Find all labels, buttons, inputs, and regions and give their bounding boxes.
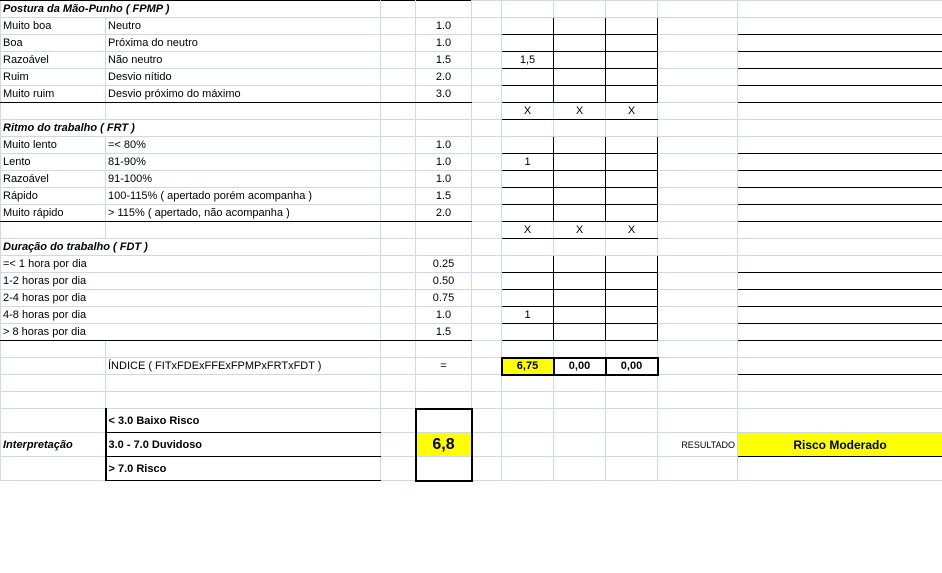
fdt-row-val: 0.75	[416, 290, 472, 307]
fdt-row-label: 1-2 horas por dia	[1, 273, 381, 290]
fpmp-row-label: Razoável	[1, 52, 106, 69]
fdt-row-label: 4-8 horas por dia	[1, 307, 381, 324]
frt-row-desc: 91-100%	[106, 171, 381, 188]
index-label: ÍNDICE ( FITxFDExFFExFPMPxFRTxFDT )	[106, 358, 381, 375]
frt-header: Ritmo do trabalho ( FRT )	[1, 120, 381, 137]
fdt-row-label: > 8 horas por dia	[1, 324, 381, 341]
frt-row-val: 1.5	[416, 188, 472, 205]
frt-row-label: Razoável	[1, 171, 106, 188]
fdt-row-val: 0.50	[416, 273, 472, 290]
frt-row-label: Lento	[1, 154, 106, 171]
frt-row-val: 1.0	[416, 154, 472, 171]
x-marker: X	[606, 222, 658, 239]
frt-row-label: Rápido	[1, 188, 106, 205]
fpmp-row-val: 3.0	[416, 86, 472, 103]
input-cell[interactable]	[502, 18, 554, 35]
fpmp-row-desc: Desvio próximo do máximo	[106, 86, 381, 103]
interp-range: > 7.0 Risco	[106, 457, 381, 481]
fpmp-row-desc: Desvio nítido	[106, 69, 381, 86]
interp-label: Interpretação	[1, 433, 106, 457]
fdt-row-val: 1.5	[416, 324, 472, 341]
frt-row-val: 1.0	[416, 171, 472, 188]
fdt-input[interactable]: 1	[502, 307, 554, 324]
x-marker: X	[502, 103, 554, 120]
frt-row-label: Muito lento	[1, 137, 106, 154]
fpmp-row-label: Boa	[1, 35, 106, 52]
fdt-row-val: 0.25	[416, 256, 472, 273]
x-marker: X	[554, 103, 606, 120]
fdt-row-label: =< 1 hora por dia	[1, 256, 381, 273]
fpmp-row-val: 1.5	[416, 52, 472, 69]
fdt-row-label: 2-4 horas por dia	[1, 290, 381, 307]
interp-range: < 3.0 Baixo Risco	[106, 409, 381, 433]
result-value: Risco Moderado	[738, 433, 942, 457]
result-label: RESULTADO	[658, 433, 738, 457]
frt-row-val: 2.0	[416, 205, 472, 222]
fpmp-row-desc: Neutro	[106, 18, 381, 35]
interp-range: 3.0 - 7.0 Duvidoso	[106, 433, 381, 457]
fpmp-header: Postura da Mão-Punho ( FPMP )	[1, 1, 381, 18]
frt-row-desc: =< 80%	[106, 137, 381, 154]
index-val-1: 6,75	[502, 358, 554, 375]
fpmp-row-desc: Não neutro	[106, 52, 381, 69]
fpmp-row-label: Ruim	[1, 69, 106, 86]
fdt-header: Duração do trabalho ( FDT )	[1, 239, 381, 256]
frt-row-desc: > 115% ( apertado, não acompanha )	[106, 205, 381, 222]
frt-row-val: 1.0	[416, 137, 472, 154]
fpmp-row-val: 1.0	[416, 35, 472, 52]
interp-value: 6,8	[416, 433, 472, 457]
frt-row-label: Muito rápido	[1, 205, 106, 222]
frt-input[interactable]: 1	[502, 154, 554, 171]
fpmp-row-val: 1.0	[416, 18, 472, 35]
index-val-3: 0,00	[606, 358, 658, 375]
fpmp-input[interactable]: 1,5	[502, 52, 554, 69]
fpmp-row-desc: Próxima do neutro	[106, 35, 381, 52]
x-marker: X	[606, 103, 658, 120]
frt-row-desc: 100-115% ( apertado porém acompanha )	[106, 188, 381, 205]
fpmp-row-label: Muito boa	[1, 18, 106, 35]
index-eq: =	[416, 358, 472, 375]
x-marker: X	[502, 222, 554, 239]
x-marker: X	[554, 222, 606, 239]
frt-row-desc: 81-90%	[106, 154, 381, 171]
fpmp-row-val: 2.0	[416, 69, 472, 86]
fdt-row-val: 1.0	[416, 307, 472, 324]
index-val-2: 0,00	[554, 358, 606, 375]
fpmp-row-label: Muito ruim	[1, 86, 106, 103]
